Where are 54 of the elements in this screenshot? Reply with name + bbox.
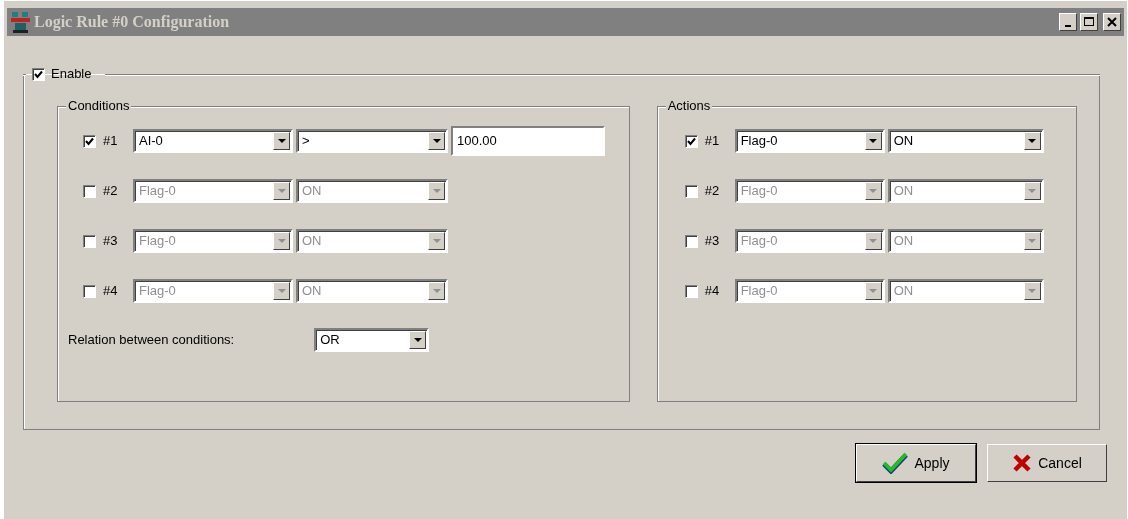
dropdown: Flag-0 <box>133 179 293 203</box>
caret-icon <box>277 288 286 294</box>
maximize-icon <box>1082 15 1096 29</box>
dropdown[interactable]: OR <box>314 328 430 352</box>
checkbox[interactable] <box>83 134 96 148</box>
caret-icon <box>869 188 878 194</box>
minimize-icon <box>1065 25 1071 27</box>
caret-icon <box>277 188 286 194</box>
dropdown[interactable]: ON <box>887 129 1044 153</box>
caret-icon <box>1028 288 1037 294</box>
maximize-button[interactable] <box>1080 13 1098 31</box>
caret-icon <box>277 138 286 144</box>
checkbox[interactable] <box>684 134 698 148</box>
caret-icon <box>1028 238 1037 244</box>
cancel-button[interactable]: Cancel <box>987 444 1107 482</box>
caret-icon <box>432 188 441 194</box>
caret-icon <box>413 337 422 343</box>
caret-icon <box>1028 138 1037 144</box>
caret-icon <box>432 238 441 244</box>
dropdown[interactable]: > <box>296 129 448 153</box>
caret-icon <box>277 238 286 244</box>
dropdown: Flag-0 <box>133 229 293 253</box>
caret-icon <box>869 288 878 294</box>
close-button[interactable] <box>1103 13 1121 31</box>
row-label: #3 <box>103 232 119 251</box>
dropdown: Flag-0 <box>133 279 293 303</box>
caret-icon <box>869 138 878 144</box>
row-label: #1 <box>103 132 119 151</box>
row-label: #2 <box>103 182 119 201</box>
caret-icon <box>432 288 441 294</box>
caret-icon <box>432 138 441 144</box>
cross-icon <box>1012 453 1033 473</box>
dropdown: Flag-0 <box>734 179 885 203</box>
relation-label: Relation between conditions: <box>68 331 235 350</box>
text-field[interactable]: 100.00 <box>451 126 605 156</box>
close-icon <box>1105 15 1119 29</box>
row-label: #3 <box>704 232 721 251</box>
minimize-button[interactable] <box>1059 13 1077 31</box>
apply-button[interactable]: Apply <box>856 444 976 482</box>
check-icon <box>882 452 909 474</box>
row-label: #4 <box>704 282 721 301</box>
dropdown: Flag-0 <box>734 279 885 303</box>
app-icon <box>11 11 31 33</box>
caret-icon <box>1028 188 1037 194</box>
dropdown[interactable]: AI-0 <box>133 129 293 153</box>
checkbox-label: Enable <box>51 65 92 84</box>
dropdown: Flag-0 <box>734 229 885 253</box>
dropdown[interactable]: Flag-0 <box>734 129 885 153</box>
row-label: #2 <box>704 182 721 201</box>
checkbox[interactable] <box>32 67 45 81</box>
row-label: #4 <box>103 282 119 301</box>
window-title: Logic Rule #0 Configuration <box>34 12 231 33</box>
caret-icon <box>869 238 878 244</box>
row-label: #1 <box>704 132 721 151</box>
